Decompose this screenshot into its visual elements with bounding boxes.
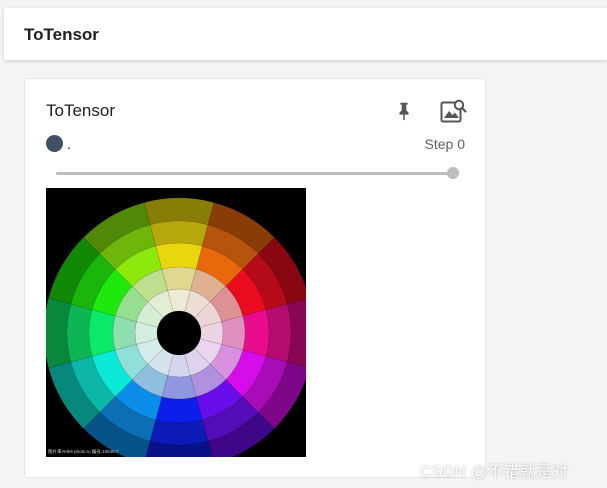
color-wheel-segment [112, 315, 137, 351]
run-label: . [67, 136, 71, 152]
step-slider-thumb[interactable] [447, 167, 459, 179]
color-wheel-segment [149, 220, 209, 247]
sample-image: 图片来Yefeit-photo.ru 编号:10846.7 [46, 188, 306, 457]
run-color-dot [46, 135, 63, 152]
image-search-icon[interactable] [439, 97, 467, 125]
image-card: ToTensor . Step 0 图片来Yefeit-photo.ru 编号:… [24, 78, 486, 478]
color-wheel-segment [155, 242, 203, 270]
color-wheel-segment [155, 396, 203, 424]
color-wheel-segment [161, 266, 197, 291]
color-wheel-segment [265, 303, 292, 363]
top-bar: ToTensor [4, 8, 607, 60]
color-wheel-segment [66, 303, 93, 363]
color-wheel-segment [88, 309, 116, 357]
watermark: CSDN @不错就是对 [420, 464, 569, 481]
step-slider[interactable] [56, 172, 454, 175]
color-wheel-segment [221, 315, 246, 351]
page-title: ToTensor [24, 25, 99, 44]
color-wheel-segment [242, 309, 270, 357]
pin-icon[interactable] [393, 100, 415, 122]
card-title: ToTensor [46, 101, 115, 120]
image-caption: 图片来Yefeit-photo.ru 编号:10846.7 [48, 448, 119, 455]
color-wheel-segment [149, 419, 209, 446]
step-label: Step 0 [424, 136, 465, 152]
color-wheel-segment [161, 375, 197, 400]
